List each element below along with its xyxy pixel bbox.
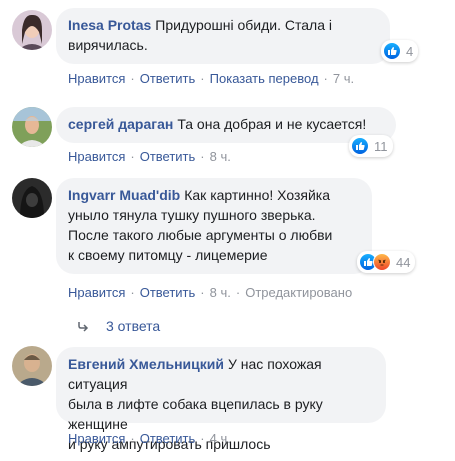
separator: · [130,149,135,164]
comment-text: уныло тянула тушку пушного зверька. [68,207,316,223]
like-button[interactable]: Нравится [68,71,125,86]
reply-button[interactable]: Ответить [140,431,196,446]
comment-text: была в лифте собака вцепилась в руку жен… [68,396,323,432]
separator: · [200,149,205,164]
comment-actions: Нравится · Ответить · 4 ч. [68,431,231,447]
separator: · [200,71,205,86]
comment-1: Inesa Protas Придурошні обиди. Стала і ви… [0,0,455,95]
comment-actions: Нравится · Ответить · Показать перевод · 7 ч. [68,71,354,87]
comment-author[interactable]: Евгений Хмельницкий [68,356,224,372]
reaction-count: 11 [374,138,388,154]
comment-text: Как картинно! Хозяйка [184,187,330,203]
separator: · [130,431,135,446]
like-button[interactable]: Нравится [68,149,125,164]
comment-author[interactable]: Ingvarr Muad'dib [68,187,180,203]
comment-text: После такого любые аргументы о любви [68,227,333,243]
separator: · [130,71,135,86]
comment-bubble: Inesa Protas Придурошні обиди. Стала і ви… [56,8,390,64]
replies-count[interactable]: 3 ответа [106,318,160,334]
separator: · [235,285,241,300]
like-button[interactable]: Нравится [68,431,125,446]
comment-4: Евгений Хмельницкий У нас похожая ситуаци… [0,340,455,461]
comment-author[interactable]: сергей дараган [68,116,173,132]
comment-actions: Нравится · Ответить · 8 ч. [68,149,231,165]
comment-text: Придурошні обиди. Стала і [155,17,332,33]
reaction-summary[interactable]: 4 [381,40,419,62]
reply-button[interactable]: Ответить [140,71,196,86]
avatar[interactable] [12,178,52,218]
comment-author[interactable]: Inesa Protas [68,17,151,33]
reaction-count: 44 [396,254,411,270]
timestamp[interactable]: 7 ч. [333,71,354,86]
avatar[interactable] [12,346,52,386]
timestamp[interactable]: 4 ч. [210,431,231,446]
angry-icon [373,253,391,271]
avatar[interactable] [12,107,52,147]
comment-3: Ingvarr Muad'dib Как картинно! Хозяйка ун… [0,170,455,340]
reaction-summary[interactable]: 11 [349,135,393,157]
separator: · [130,285,135,300]
timestamp[interactable]: 8 ч. [210,285,231,300]
comment-bubble: Евгений Хмельницкий У нас похожая ситуаци… [56,347,386,452]
like-button[interactable]: Нравится [68,285,125,300]
comment-2: сергей дараган Та она добрая и не кусаетс… [0,95,455,170]
comment-bubble: Ingvarr Muad'dib Как картинно! Хозяйка ун… [56,178,372,274]
translate-link[interactable]: Показать перевод [210,71,319,86]
comment-bubble: сергей дараган Та она добрая и не кусаетс… [56,107,396,143]
reply-button[interactable]: Ответить [140,149,196,164]
view-replies-link[interactable]: 3 ответа [76,318,160,334]
avatar[interactable] [12,10,52,50]
separator: · [200,431,205,446]
edited-label[interactable]: Отредактировано [245,285,352,300]
reaction-summary[interactable]: 44 [357,251,416,273]
separator: · [323,71,328,86]
comment-text: к своему питомцу - лицемерие [68,247,268,263]
like-icon [383,42,401,60]
reply-button[interactable]: Ответить [140,285,196,300]
reply-arrow-icon [78,322,89,332]
separator: · [200,285,205,300]
like-icon [351,137,369,155]
comment-text: Та она добрая и не кусается! [177,116,367,132]
reaction-count: 4 [406,43,414,59]
timestamp[interactable]: 8 ч. [210,149,231,164]
comment-actions: Нравится · Ответить · 8 ч. · Отредактировано [68,285,352,301]
comment-text: вирячилась. [68,37,148,53]
